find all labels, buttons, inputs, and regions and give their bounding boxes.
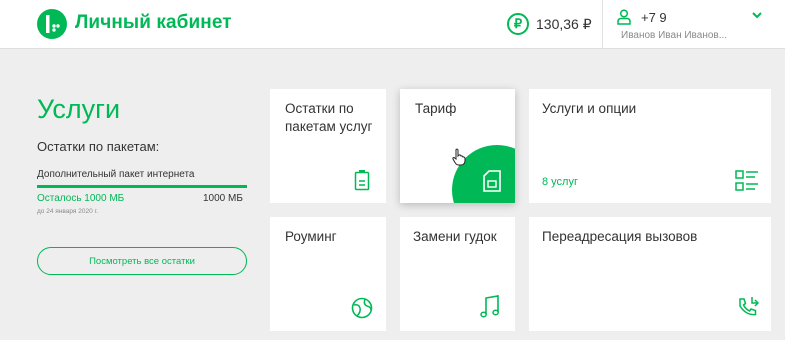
sim-card-icon [483,170,501,192]
megafon-logo-icon[interactable] [37,9,67,39]
card-tariff[interactable]: Тариф [400,89,515,203]
card-remains[interactable]: Остатки по пакетам услуг [270,89,386,203]
package-progress-bar [37,185,247,188]
user-icon [617,9,631,25]
balance-value: 130,36 ₽ [536,15,592,32]
card-remains-label: Остатки по пакетам услуг [285,101,373,134]
options-count: 8 услуг [542,176,578,188]
chevron-down-icon[interactable] [751,11,763,19]
card-forwarding-label: Переадресация вызовов [542,229,698,244]
card-roaming[interactable]: Роуминг [270,217,386,331]
package-remaining: Осталось 1000 МБ [37,193,125,204]
header-divider [602,0,603,48]
music-note-icon [480,295,499,318]
remains-subtitle: Остатки по пакетам: [37,139,160,154]
card-options[interactable]: Услуги и опции 8 услуг [529,89,771,203]
card-roaming-label: Роуминг [285,229,337,244]
call-forward-icon [739,297,759,316]
phone-number[interactable]: +7 9 [641,10,667,25]
globe-icon [351,297,373,319]
card-ringtone[interactable]: Замени гудок [400,217,515,331]
top-header: Личный кабинет ₽ 130,36 ₽ +7 9 Иванов Ив… [0,0,785,49]
battery-icon [354,170,370,191]
card-options-label: Услуги и опции [542,101,637,116]
card-tariff-label: Тариф [415,101,457,116]
package-total: 1000 МБ [203,193,243,204]
package-progress-fill [37,185,247,188]
balance-widget[interactable]: ₽ 130,36 ₽ [507,11,592,37]
package-date: до 24 января 2020 г. [37,208,98,215]
card-ringtone-label: Замени гудок [413,229,497,244]
hand-cursor-icon [452,148,466,166]
brand-title[interactable]: Личный кабинет [75,12,232,34]
page-title: Услуги [37,94,121,124]
user-name[interactable]: Иванов Иван Иванов... [621,30,727,41]
view-all-remains-button[interactable]: Посмотреть все остатки [37,247,247,275]
package-name: Дополнительный пакет интернета [37,169,195,180]
list-icon [735,170,758,191]
card-forwarding[interactable]: Переадресация вызовов [529,217,771,331]
ruble-icon: ₽ [507,13,529,35]
